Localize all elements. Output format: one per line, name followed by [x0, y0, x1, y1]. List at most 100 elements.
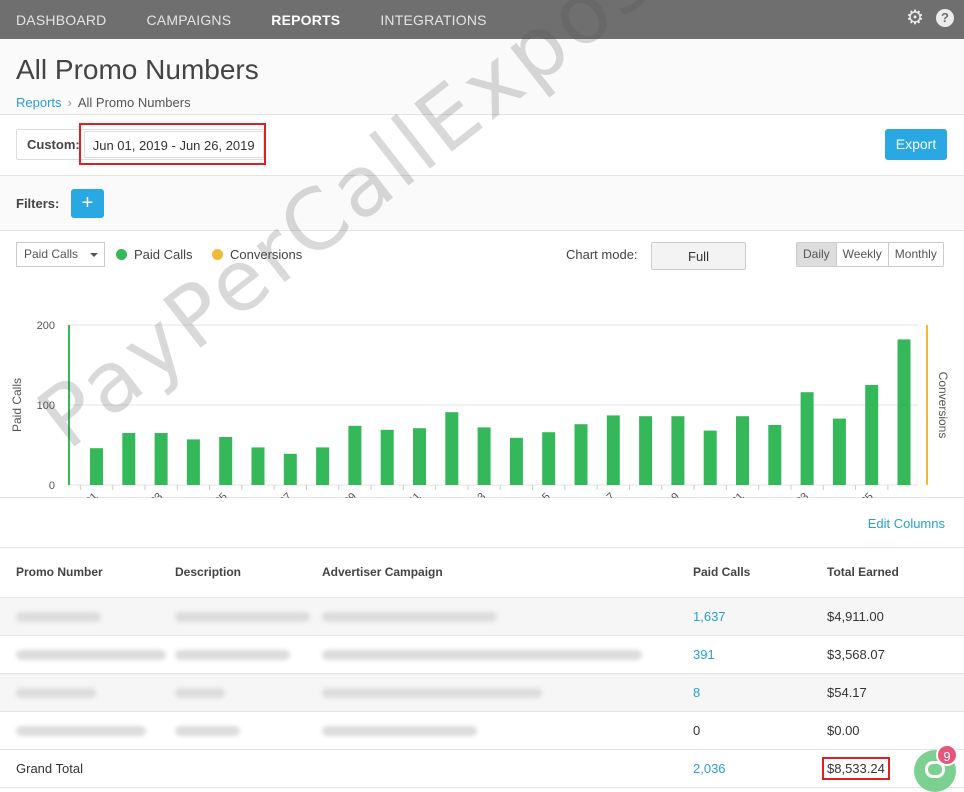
filters-label: Filters: — [16, 196, 60, 211]
x-tick-label: 06/05 — [202, 491, 230, 498]
chevron-right-icon: › — [67, 95, 72, 110]
grand-total-row: Grand Total 2,036 $8,533.24 — [0, 749, 964, 788]
y-tick-label: 100 — [37, 400, 55, 412]
bar-paid-calls — [800, 392, 814, 485]
bar-paid-calls — [154, 433, 168, 485]
table-row: 1,637 $4,911.00 — [0, 597, 964, 636]
bar-paid-calls — [477, 427, 491, 485]
bar-paid-calls — [736, 416, 749, 485]
grand-total-earned: $8,533.24 — [822, 756, 890, 780]
chat-notification-badge: 9 — [936, 744, 958, 766]
bar-paid-calls — [639, 416, 653, 485]
bar-paid-calls — [606, 415, 620, 485]
x-tick-label: 06/03 — [137, 491, 165, 498]
period-daily-button[interactable]: Daily — [797, 243, 836, 266]
table-row: 0 $0.00 — [0, 711, 964, 750]
redacted-text — [175, 650, 290, 661]
total-earned-value: $3,568.07 — [827, 646, 885, 662]
help-icon[interactable]: ? — [936, 9, 954, 27]
metric-select[interactable]: Paid Calls — [16, 242, 105, 267]
x-tick-label: 06/07 — [266, 491, 294, 498]
bar-paid-calls — [380, 429, 394, 485]
gear-icon[interactable]: ⚙ — [906, 8, 924, 28]
legend-dot-paid-calls — [116, 249, 127, 260]
y-tick-label: 0 — [49, 480, 55, 492]
legend-label: Paid Calls — [134, 247, 193, 262]
col-description[interactable]: Description — [175, 548, 322, 598]
add-filter-button[interactable]: + — [71, 189, 104, 218]
redacted-text — [16, 688, 96, 699]
bar-paid-calls — [186, 439, 200, 485]
x-tick-label: 06/25 — [848, 491, 876, 498]
date-range-bar: Custom: Jun 01, 2019 - Jun 26, 2019 Expo… — [0, 115, 964, 176]
edit-columns-row: Edit Columns — [0, 498, 964, 548]
bar-paid-calls — [542, 432, 556, 485]
x-tick-label: 06/23 — [783, 491, 811, 498]
nav-reports[interactable]: REPORTS — [271, 12, 340, 28]
paid-calls-value[interactable]: 391 — [693, 647, 715, 662]
bar-paid-calls — [897, 339, 911, 485]
breadcrumb: Reports › All Promo Numbers — [16, 95, 948, 110]
breadcrumb-reports-link[interactable]: Reports — [16, 95, 62, 110]
table-row: 8 $54.17 — [0, 673, 964, 712]
bar-paid-calls — [283, 453, 297, 485]
bar-paid-calls — [703, 430, 717, 485]
period-monthly-button[interactable]: Monthly — [887, 243, 943, 266]
bar-paid-calls — [832, 418, 846, 485]
x-tick-label: 06/21 — [719, 491, 747, 498]
edit-columns-link[interactable]: Edit Columns — [868, 516, 945, 531]
top-navigation: DASHBOARD CAMPAIGNS REPORTS INTEGRATIONS… — [0, 0, 964, 39]
caret-down-icon — [90, 253, 98, 257]
highlight-box — [79, 123, 266, 165]
legend-paid-calls[interactable]: Paid Calls — [116, 247, 193, 262]
redacted-text — [16, 612, 101, 623]
legend-dot-conversions — [212, 249, 223, 260]
export-button[interactable]: Export — [885, 129, 947, 160]
y2-axis-title: Conversions — [936, 372, 950, 439]
legend-conversions[interactable]: Conversions — [212, 247, 302, 262]
redacted-text — [322, 688, 542, 699]
period-weekly-button[interactable]: Weekly — [835, 243, 888, 266]
chart-controls: Paid Calls Paid Calls Conversions Chart … — [0, 231, 964, 275]
col-total-earned[interactable]: Total Earned — [827, 548, 964, 598]
grand-total-calls[interactable]: 2,036 — [693, 761, 726, 776]
col-promo-number[interactable]: Promo Number — [0, 548, 175, 598]
nav-icons: ⚙ ? — [906, 8, 954, 28]
paid-calls-value[interactable]: 8 — [693, 685, 700, 700]
paid-calls-value[interactable]: 1,637 — [693, 609, 726, 624]
breadcrumb-current: All Promo Numbers — [77, 95, 191, 110]
bar-paid-calls — [445, 412, 459, 485]
bar-paid-calls — [348, 425, 362, 485]
x-tick-label: 06/17 — [589, 491, 617, 498]
y-axis-title: Paid Calls — [10, 378, 24, 432]
chart-area: 0 100 200 Paid Calls Conversions 06/01 06/03 06… — [0, 275, 964, 498]
bar-paid-calls — [251, 447, 265, 485]
redacted-text — [322, 650, 642, 661]
bar-paid-calls — [574, 424, 588, 485]
page-header: All Promo Numbers Reports › All Promo Numb… — [0, 39, 964, 115]
col-advertiser-campaign[interactable]: Advertiser Campaign — [322, 548, 693, 598]
redacted-text — [322, 612, 497, 623]
table-row: 391 $3,568.07 — [0, 635, 964, 674]
bar-paid-calls — [122, 433, 136, 485]
bar-paid-calls — [219, 437, 233, 485]
paid-calls-chart: 0 100 200 Paid Calls Conversions 06/01 06/03 06… — [10, 320, 950, 498]
grand-total-label: Grand Total — [0, 749, 175, 788]
total-earned-value: $0.00 — [827, 722, 860, 738]
nav-dashboard[interactable]: DASHBOARD — [16, 12, 106, 28]
total-earned-value: $54.17 — [827, 684, 867, 700]
x-tick-label: 06/01 — [73, 491, 101, 498]
bar-paid-calls — [316, 447, 330, 485]
total-earned-value: $4,911.00 — [827, 608, 884, 624]
bar-paid-calls — [865, 385, 879, 485]
y-tick-label: 200 — [37, 320, 55, 332]
x-tick-label: 06/15 — [525, 491, 553, 498]
bar-paid-calls — [768, 425, 782, 485]
nav-integrations[interactable]: INTEGRATIONS — [380, 12, 486, 28]
nav-campaigns[interactable]: CAMPAIGNS — [146, 12, 231, 28]
legend-label: Conversions — [230, 247, 303, 262]
col-paid-calls[interactable]: Paid Calls — [693, 548, 827, 598]
chart-mode-button[interactable]: Full — [651, 242, 746, 270]
x-tick-label: 06/19 — [654, 491, 682, 498]
date-range-label: Custom: — [27, 137, 80, 152]
